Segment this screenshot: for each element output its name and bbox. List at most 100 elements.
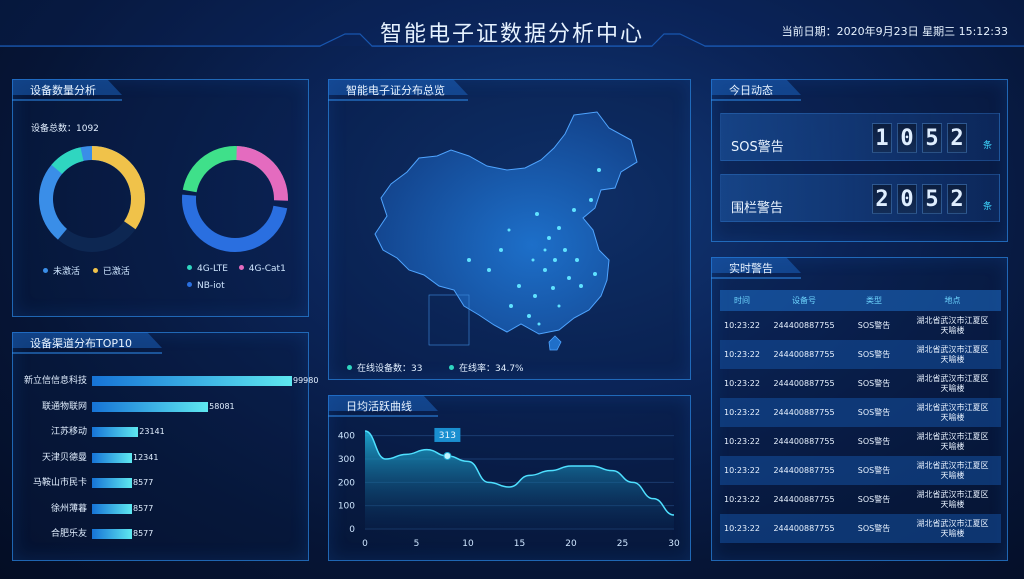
x-tick-label: 15 [514, 539, 525, 549]
cell-type: SOS警告 [844, 456, 904, 485]
bar-label: 合肥乐友 [50, 529, 87, 539]
channel-bar-row[interactable]: 天津贝德曼 12341 [23, 452, 313, 474]
donut2-legend: 4G-LTE 4G-Cat1 [187, 264, 286, 274]
table-row[interactable]: 10:23:22 244400887755 SOS警告 湖北省武汉市江夏区 天喻楼 [720, 514, 1001, 543]
cell-device: 244400887755 [773, 320, 835, 330]
bar-value: 58081 [209, 401, 235, 411]
digit: 5 [922, 184, 942, 214]
bar-fill [92, 503, 132, 514]
cell-location: 湖北省武汉市江夏区 天喻楼 [904, 398, 1001, 427]
cell-location: 湖北省武汉市江夏区 天喻楼 [916, 315, 989, 335]
y-tick-label: 300 [338, 455, 355, 465]
channel-bar-row[interactable]: 联通物联网 58081 [23, 401, 313, 423]
cell-time: 10:23:22 [720, 340, 764, 369]
digit: 1 [872, 123, 892, 153]
cell-device: 244400887755 [773, 494, 835, 504]
panel-title: 今日动态 [711, 79, 813, 101]
digit: 5 [922, 123, 942, 153]
y-tick-label: 100 [338, 502, 355, 512]
col-device: 设备号 [764, 290, 844, 311]
cell-device: 244400887755 [764, 398, 844, 427]
online-rate: 在线率：34.7% [449, 361, 524, 374]
header: 智能电子证数据分析中心 当前日期：2020年9月23日 星期三 15:12:33 [0, 0, 1024, 58]
cell-device: 244400887755 [764, 456, 844, 485]
bar-label: 新立信信息科技 [23, 376, 87, 386]
today-panel: 今日动态 SOS警告 1 0 5 2 条 围栏警告 2 0 5 2 条 [711, 79, 1008, 242]
cell-device: 244400887755 [773, 378, 835, 388]
cell-time: 10:23:22 [720, 456, 764, 485]
table-row[interactable]: 10:23:22 244400887755 SOS警告 湖北省武汉市江夏区 天喻楼 [720, 427, 1001, 456]
cell-device: 244400887755 [764, 514, 844, 543]
bar-label: 江苏移动 [50, 427, 87, 437]
legend-item: NB-iot [187, 281, 225, 291]
donut1-legend: 未激活 已激活 [43, 264, 130, 277]
china-outline [374, 111, 638, 335]
online-count: 在线设备数：33 [347, 361, 422, 374]
digit: 0 [897, 123, 917, 153]
sos-alarm-card[interactable]: SOS警告 1 0 5 2 条 [720, 113, 1000, 161]
china-map[interactable] [369, 110, 669, 355]
cell-time: 10:23:22 [724, 494, 760, 504]
hainan-island [548, 335, 562, 351]
unit-label: 条 [983, 141, 993, 151]
cell-location: 湖北省武汉市江夏区 天喻楼 [916, 431, 989, 451]
bar-label: 徐州薄暮 [50, 503, 87, 514]
bar-label: 联通物联网 [41, 401, 87, 412]
bar-label: 天津贝德曼 [41, 452, 87, 463]
cell-type: SOS警告 [844, 398, 904, 427]
bar-label: 马鞍山市民卡 [32, 478, 87, 488]
channel-bar-row[interactable]: 合肥乐友 8577 [23, 528, 313, 550]
fence-alarm-card[interactable]: 围栏警告 2 0 5 2 条 [720, 174, 1000, 222]
cell-device: 244400887755 [773, 436, 835, 446]
digit: 0 [897, 184, 917, 214]
panel-title: 设备渠道分布TOP10 [12, 332, 172, 354]
cell-type: SOS警告 [857, 320, 891, 330]
table-row[interactable]: 10:23:22 244400887755 SOS警告 湖北省武汉市江夏区 天喻楼 [720, 398, 1001, 427]
table-header-row: 时间 设备号 类型 地点 [720, 290, 1001, 311]
cell-type: SOS警告 [857, 436, 891, 446]
network-donut[interactable] [178, 142, 293, 257]
bar-value: 99980 [293, 376, 319, 385]
device-total: 设备总数：1092 [31, 124, 99, 134]
channel-bar-row[interactable]: 徐州薄暮 8577 [23, 503, 313, 525]
bar-fill [92, 529, 132, 539]
bar-value: 12341 [133, 452, 159, 462]
cell-location: 湖北省武汉市江夏区 天喻楼 [904, 340, 1001, 369]
cell-type: SOS警告 [857, 378, 891, 388]
x-tick-label: 10 [462, 539, 474, 549]
cell-time: 10:23:22 [724, 320, 760, 330]
activation-donut[interactable] [35, 142, 150, 257]
legend-item: 4G-LTE [187, 264, 228, 274]
table-row[interactable]: 10:23:22 244400887755 SOS警告 湖北省武汉市江夏区 天喻楼 [720, 456, 1001, 485]
data-point [443, 451, 452, 460]
device-analysis-panel: 设备数量分析 设备总数：1092 未激活 已激活 4G-LTE 4G-Cat1 … [12, 79, 309, 317]
bar-fill [92, 478, 132, 488]
cell-time: 10:23:22 [720, 398, 764, 427]
x-tick-label: 25 [617, 539, 628, 549]
activity-chart[interactable]: 0 100 200 300 400 0 5 10 15 20 25 30 313 [329, 414, 690, 560]
cell-time: 10:23:22 [720, 514, 764, 543]
channel-bar-row[interactable]: 马鞍山市民卡 8577 [23, 477, 313, 499]
cell-device: 244400887755 [764, 340, 844, 369]
bar-fill [92, 376, 292, 386]
area-fill [365, 431, 674, 529]
table-row[interactable]: 10:23:22 244400887755 SOS警告 湖北省武汉市江夏区 天喻楼 [720, 311, 1001, 340]
cell-type: SOS警告 [857, 494, 891, 504]
table-row[interactable]: 10:23:22 244400887755 SOS警告 湖北省武汉市江夏区 天喻楼 [720, 485, 1001, 514]
legend-item: 4G-Cat1 [238, 264, 286, 274]
cell-type: SOS警告 [844, 514, 904, 543]
channel-bar-row[interactable]: 江苏移动 23141 [23, 426, 313, 448]
channel-bar-row[interactable]: 新立信信息科技 99980 [23, 375, 318, 397]
table-row[interactable]: 10:23:22 244400887755 SOS警告 湖北省武汉市江夏区 天喻楼 [720, 340, 1001, 369]
col-time: 时间 [720, 290, 764, 311]
table-row[interactable]: 10:23:22 244400887755 SOS警告 湖北省武汉市江夏区 天喻楼 [720, 369, 1001, 398]
fence-label: 围栏警告 [731, 201, 784, 216]
bar-value: 8577 [133, 529, 154, 538]
cell-location: 湖北省武汉市江夏区 天喻楼 [916, 373, 989, 393]
bar-fill [92, 427, 139, 437]
channel-bar-chart: 新立信信息科技 99980 联通物联网 58081 江苏移动 23141 天津贝德曼 … [23, 375, 318, 555]
x-tick-label: 5 [414, 539, 420, 549]
cell-type: SOS警告 [844, 340, 904, 369]
digit: 2 [947, 184, 967, 214]
legend-item: 未激活 [43, 267, 80, 277]
